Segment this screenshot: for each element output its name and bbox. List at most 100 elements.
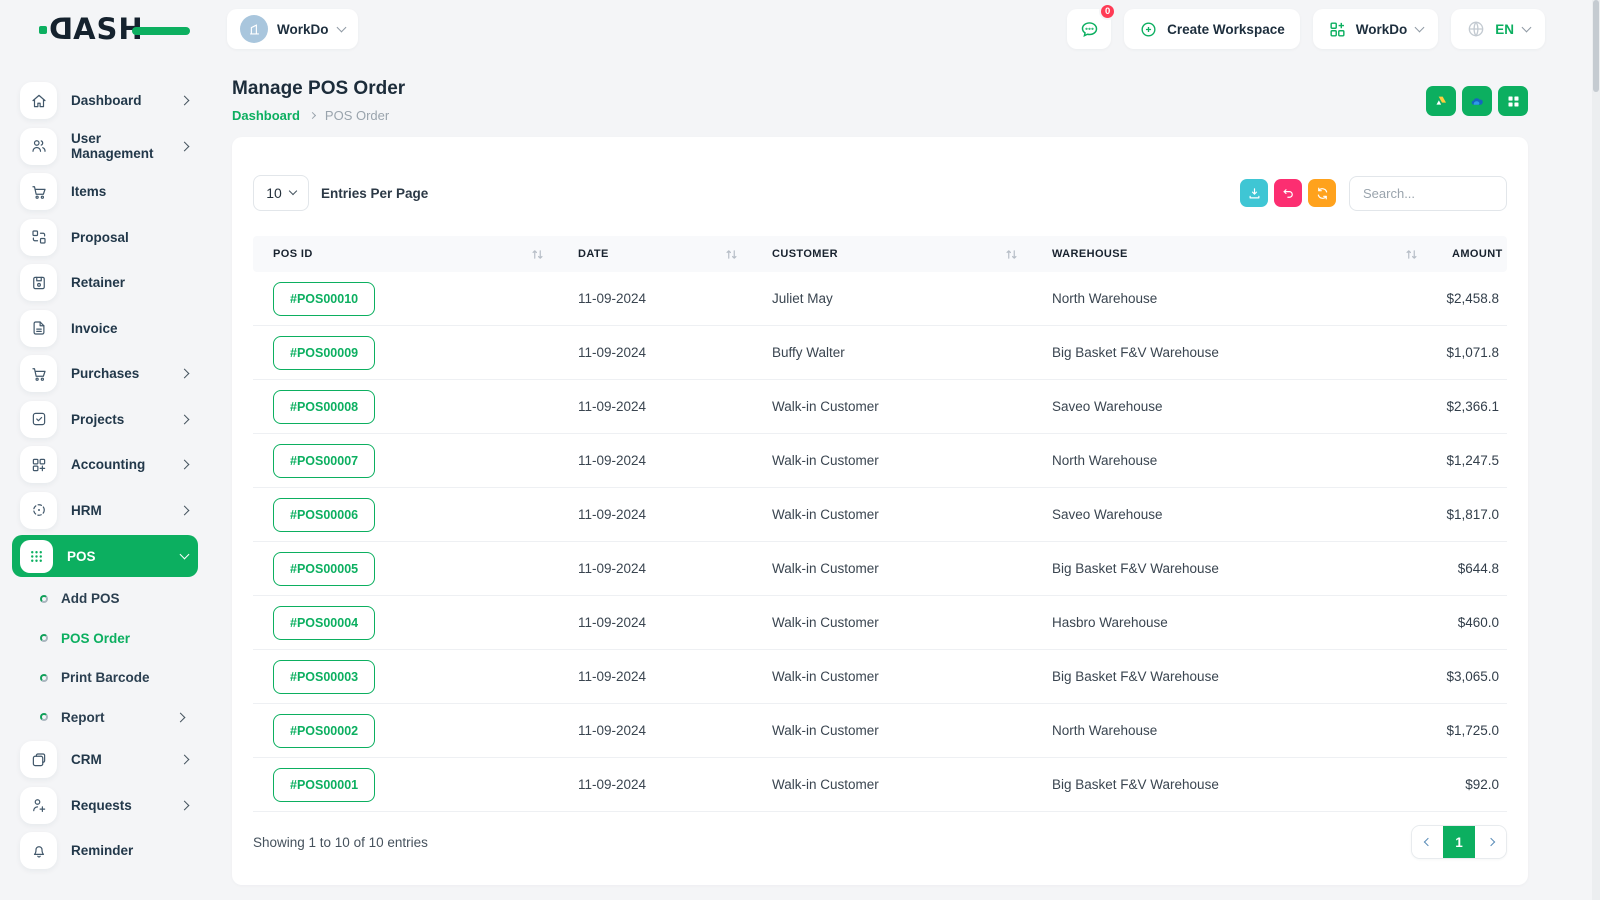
next-page-button[interactable] xyxy=(1475,826,1506,858)
scrollbar-thumb[interactable] xyxy=(1593,0,1599,92)
sidebar-subitem-print-barcode[interactable]: Print Barcode xyxy=(12,658,198,698)
logo-green-bar xyxy=(132,27,190,35)
onedrive-cloud-icon xyxy=(1471,97,1483,105)
grid-view-button[interactable] xyxy=(1498,86,1528,116)
cell-customer: Buffy Walter xyxy=(772,345,845,360)
refresh-button[interactable] xyxy=(1308,179,1336,207)
cell-customer: Walk-in Customer xyxy=(772,615,879,630)
pos-id-link[interactable]: #POS00005 xyxy=(273,551,376,586)
column-header-warehouse[interactable]: WAREHOUSE xyxy=(1032,248,1432,260)
entries-per-page-select[interactable]: 10 xyxy=(253,175,309,211)
topbar-right: 0 Create Workspace WorkDo EN xyxy=(1067,3,1545,49)
google-drive-button[interactable] xyxy=(1426,86,1456,116)
pos-id-link[interactable]: #POS00008 xyxy=(273,389,376,424)
pos-order-table: POS ID DATE CUSTOMER WAREHOUSE AMOUNT #P… xyxy=(253,236,1507,812)
sidebar-item-label: Dashboard xyxy=(71,93,142,109)
sidebar-item-reminder[interactable]: Reminder xyxy=(12,828,198,874)
sidebar-item-dashboard[interactable]: Dashboard xyxy=(12,78,198,124)
crm-icon xyxy=(20,741,57,779)
chevron-right-icon xyxy=(179,505,190,516)
pos-id-link[interactable]: #POS00001 xyxy=(273,767,376,802)
chevron-right-icon xyxy=(1486,837,1495,847)
messages-button[interactable]: 0 xyxy=(1067,3,1117,49)
create-workspace-label: Create Workspace xyxy=(1167,21,1285,37)
cell-date: 11-09-2024 xyxy=(578,399,647,414)
sidebar-item-user-management[interactable]: User Management xyxy=(12,124,198,170)
chevron-right-icon xyxy=(179,368,190,379)
pos-id-link[interactable]: #POS00002 xyxy=(273,713,376,748)
pos-id-link[interactable]: #POS00004 xyxy=(273,605,376,640)
table-row: #POS00004 11-09-2024 Walk-in Customer Ha… xyxy=(253,596,1507,650)
sidebar-item-hrm[interactable]: HRM xyxy=(12,488,198,534)
language-selector[interactable]: EN xyxy=(1451,9,1545,49)
sidebar-item-accounting[interactable]: Accounting xyxy=(12,442,198,488)
onedrive-button[interactable] xyxy=(1462,86,1492,116)
workspace-switcher-button[interactable]: WorkDo xyxy=(1312,9,1439,49)
logo-dot xyxy=(39,26,47,34)
chevron-down-icon xyxy=(1521,22,1532,32)
pos-id-link[interactable]: #POS00009 xyxy=(273,335,376,370)
column-header-pos-id[interactable]: POS ID xyxy=(253,248,558,260)
sidebar-item-proposal[interactable]: Proposal xyxy=(12,215,198,261)
column-header-amount[interactable]: AMOUNT xyxy=(1432,248,1511,260)
cell-amount: $1,817.0 xyxy=(1446,507,1499,522)
reset-undo-button[interactable] xyxy=(1274,179,1302,207)
sidebar-item-requests[interactable]: Requests xyxy=(12,783,198,829)
cell-date: 11-09-2024 xyxy=(578,777,647,792)
sidebar-item-retainer[interactable]: Retainer xyxy=(12,260,198,306)
chevron-left-icon xyxy=(1423,837,1432,847)
breadcrumb-current: POS Order xyxy=(324,108,390,123)
sidebar: Dashboard User Management Items Proposal… xyxy=(0,58,212,900)
bullet-icon xyxy=(40,713,48,722)
cell-warehouse: Big Basket F&V Warehouse xyxy=(1052,561,1219,576)
sidebar-item-label: Proposal xyxy=(71,229,129,245)
create-workspace-button[interactable]: Create Workspace xyxy=(1124,9,1300,49)
table-row: #POS00008 11-09-2024 Walk-in Customer Sa… xyxy=(253,380,1507,434)
table-row: #POS00002 11-09-2024 Walk-in Customer No… xyxy=(253,704,1507,758)
hrm-icon xyxy=(20,491,57,529)
pos-id-link[interactable]: #POS00006 xyxy=(273,497,376,532)
sidebar-item-pos[interactable]: POS xyxy=(12,535,198,577)
chevron-right-icon xyxy=(179,95,190,106)
sidebar-item-purchases[interactable]: Purchases xyxy=(12,351,198,397)
table-header: POS ID DATE CUSTOMER WAREHOUSE AMOUNT xyxy=(253,236,1507,272)
invoice-icon xyxy=(20,309,57,347)
pos-grid-icon xyxy=(20,539,53,573)
column-header-date[interactable]: DATE xyxy=(558,248,752,260)
cell-customer: Walk-in Customer xyxy=(772,777,879,792)
cell-customer: Walk-in Customer xyxy=(772,669,879,684)
sidebar-item-crm[interactable]: CRM xyxy=(12,737,198,783)
sidebar-item-items[interactable]: Items xyxy=(12,169,198,215)
sidebar-subitem-add-pos[interactable]: Add POS xyxy=(12,579,198,619)
chevron-right-icon xyxy=(179,754,190,765)
undo-icon xyxy=(1283,188,1293,198)
sidebar-item-projects[interactable]: Projects xyxy=(12,397,198,443)
export-download-button[interactable] xyxy=(1240,179,1268,207)
pos-id-link[interactable]: #POS00007 xyxy=(273,443,376,478)
sidebar-subitem-label: Add POS xyxy=(61,591,120,607)
sidebar-item-label: POS xyxy=(67,548,96,564)
previous-page-button[interactable] xyxy=(1412,826,1443,858)
cell-amount: $1,247.5 xyxy=(1446,453,1499,468)
scrollbar[interactable] xyxy=(1592,0,1600,900)
pos-id-link[interactable]: #POS00003 xyxy=(273,659,376,694)
cell-customer: Walk-in Customer xyxy=(772,453,879,468)
sidebar-item-label: CRM xyxy=(71,752,102,768)
workspace-chip[interactable]: WorkDo xyxy=(227,9,358,49)
pos-id-link[interactable]: #POS00010 xyxy=(273,281,376,316)
cell-date: 11-09-2024 xyxy=(578,291,647,306)
column-header-customer[interactable]: CUSTOMER xyxy=(752,248,1032,260)
search-input[interactable] xyxy=(1349,175,1507,211)
cell-warehouse: Big Basket F&V Warehouse xyxy=(1052,345,1219,360)
sidebar-subitem-pos-order[interactable]: POS Order xyxy=(12,619,198,659)
sidebar-item-label: Items xyxy=(71,184,107,200)
sidebar-subitem-report[interactable]: Report xyxy=(12,698,198,738)
bell-icon xyxy=(20,832,57,870)
breadcrumb-dashboard-link[interactable]: Dashboard xyxy=(232,108,300,123)
cell-warehouse: Saveo Warehouse xyxy=(1052,507,1163,522)
sort-icon xyxy=(726,249,737,259)
sidebar-item-label: Invoice xyxy=(71,320,118,336)
home-icon xyxy=(20,82,57,120)
app-logo[interactable]: DASH xyxy=(39,12,198,46)
sidebar-item-invoice[interactable]: Invoice xyxy=(12,306,198,352)
